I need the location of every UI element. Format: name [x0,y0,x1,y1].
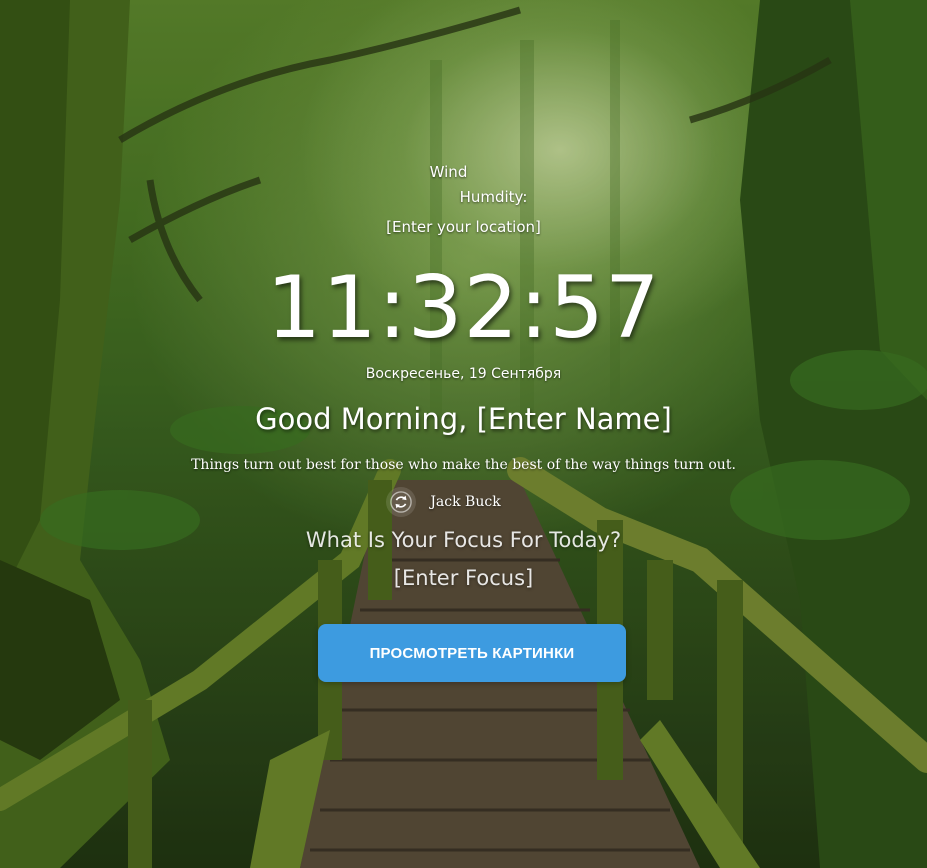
name-input[interactable]: [Enter Name] [477,402,672,436]
greeting: Good Morning, [Enter Name] [0,402,927,436]
focus-question: What Is Your Focus For Today? [305,528,622,552]
greeting-prefix: Good Morning, [255,402,468,436]
clock-time: 11:32:57 [266,258,661,358]
quote-text: Things turn out best for those who make … [191,457,736,473]
location-input[interactable]: [Enter your location] [0,215,927,240]
quote-author: Jack Buck [430,494,501,510]
focus-input[interactable]: [Enter Focus] [0,566,927,590]
wind-label: Wind [429,163,468,181]
refresh-icon [390,491,413,513]
current-date: Воскресенье, 19 Сентября [365,366,562,382]
quote-author-row: Jack Buck [0,486,927,518]
view-pictures-button[interactable]: ПРОСМОТРЕТЬ КАРТИНКИ [318,624,626,682]
humidity-label: Humdity: [459,188,528,206]
weather-panel: Wind Humdity: [Enter your location] [0,160,927,240]
refresh-quote-button[interactable] [386,487,417,517]
